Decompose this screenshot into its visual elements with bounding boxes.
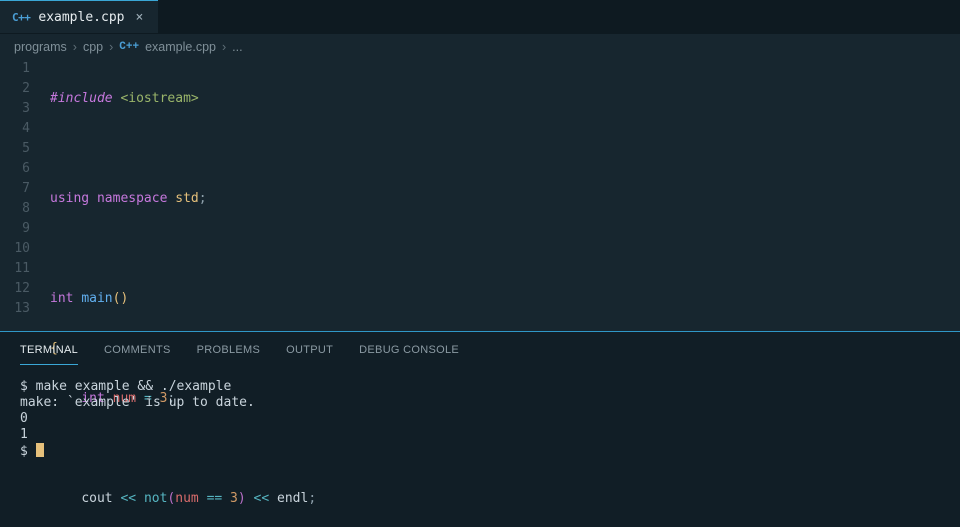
code-editor[interactable]: 1 2 3 4 5 6 7 8 9 10 11 12 13 #include <… bbox=[0, 59, 960, 331]
code-line[interactable]: #include <iostream> bbox=[50, 89, 960, 109]
cpp-file-icon: C++ bbox=[12, 11, 30, 24]
code-line[interactable]: using namespace std; bbox=[50, 189, 960, 209]
panel-tab-debug-console[interactable]: DEBUG CONSOLE bbox=[359, 340, 459, 365]
line-number: 10 bbox=[0, 239, 30, 259]
chevron-right-icon: › bbox=[73, 40, 77, 54]
code-line[interactable] bbox=[50, 239, 960, 259]
panel-tab-output[interactable]: OUTPUT bbox=[286, 340, 333, 365]
code-line[interactable]: cout << not(num == 3) << endl; bbox=[50, 489, 960, 509]
chevron-right-icon: › bbox=[222, 40, 226, 54]
line-number: 3 bbox=[0, 99, 30, 119]
terminal-cursor-icon bbox=[36, 443, 44, 457]
line-number: 2 bbox=[0, 79, 30, 99]
tab-bar: C++ example.cpp × bbox=[0, 0, 960, 34]
terminal-prompt: $ bbox=[20, 444, 36, 459]
breadcrumb-item-cpp[interactable]: cpp bbox=[83, 40, 103, 54]
panel-tab-comments[interactable]: COMMENTS bbox=[104, 340, 171, 365]
cpp-file-icon: C++ bbox=[119, 41, 139, 53]
breadcrumb: programs › cpp › C++ example.cpp › ... bbox=[0, 34, 960, 59]
code-line[interactable] bbox=[50, 439, 960, 459]
line-number-gutter: 1 2 3 4 5 6 7 8 9 10 11 12 13 bbox=[0, 59, 50, 331]
line-number: 11 bbox=[0, 259, 30, 279]
code-content[interactable]: #include <iostream> using namespace std;… bbox=[50, 59, 960, 331]
tab-example-cpp[interactable]: C++ example.cpp × bbox=[0, 0, 158, 33]
tab-filename: example.cpp bbox=[38, 10, 124, 25]
panel-tab-problems[interactable]: PROBLEMS bbox=[197, 340, 261, 365]
line-number: 9 bbox=[0, 219, 30, 239]
line-number: 4 bbox=[0, 119, 30, 139]
line-number: 5 bbox=[0, 139, 30, 159]
chevron-right-icon: › bbox=[109, 40, 113, 54]
breadcrumb-item-programs[interactable]: programs bbox=[14, 40, 67, 54]
line-number: 12 bbox=[0, 279, 30, 299]
line-number: 1 bbox=[0, 59, 30, 79]
line-number: 8 bbox=[0, 199, 30, 219]
close-icon[interactable]: × bbox=[132, 10, 146, 25]
code-line[interactable] bbox=[50, 139, 960, 159]
breadcrumb-item-file[interactable]: example.cpp bbox=[145, 40, 216, 54]
code-line[interactable]: { bbox=[50, 339, 960, 359]
breadcrumb-item-more[interactable]: ... bbox=[232, 40, 242, 54]
line-number: 7 bbox=[0, 179, 30, 199]
code-line[interactable]: int main() bbox=[50, 289, 960, 309]
line-number: 13 bbox=[0, 299, 30, 319]
line-number: 6 bbox=[0, 159, 30, 179]
panel-tab-terminal[interactable]: TERMINAL bbox=[20, 340, 78, 365]
